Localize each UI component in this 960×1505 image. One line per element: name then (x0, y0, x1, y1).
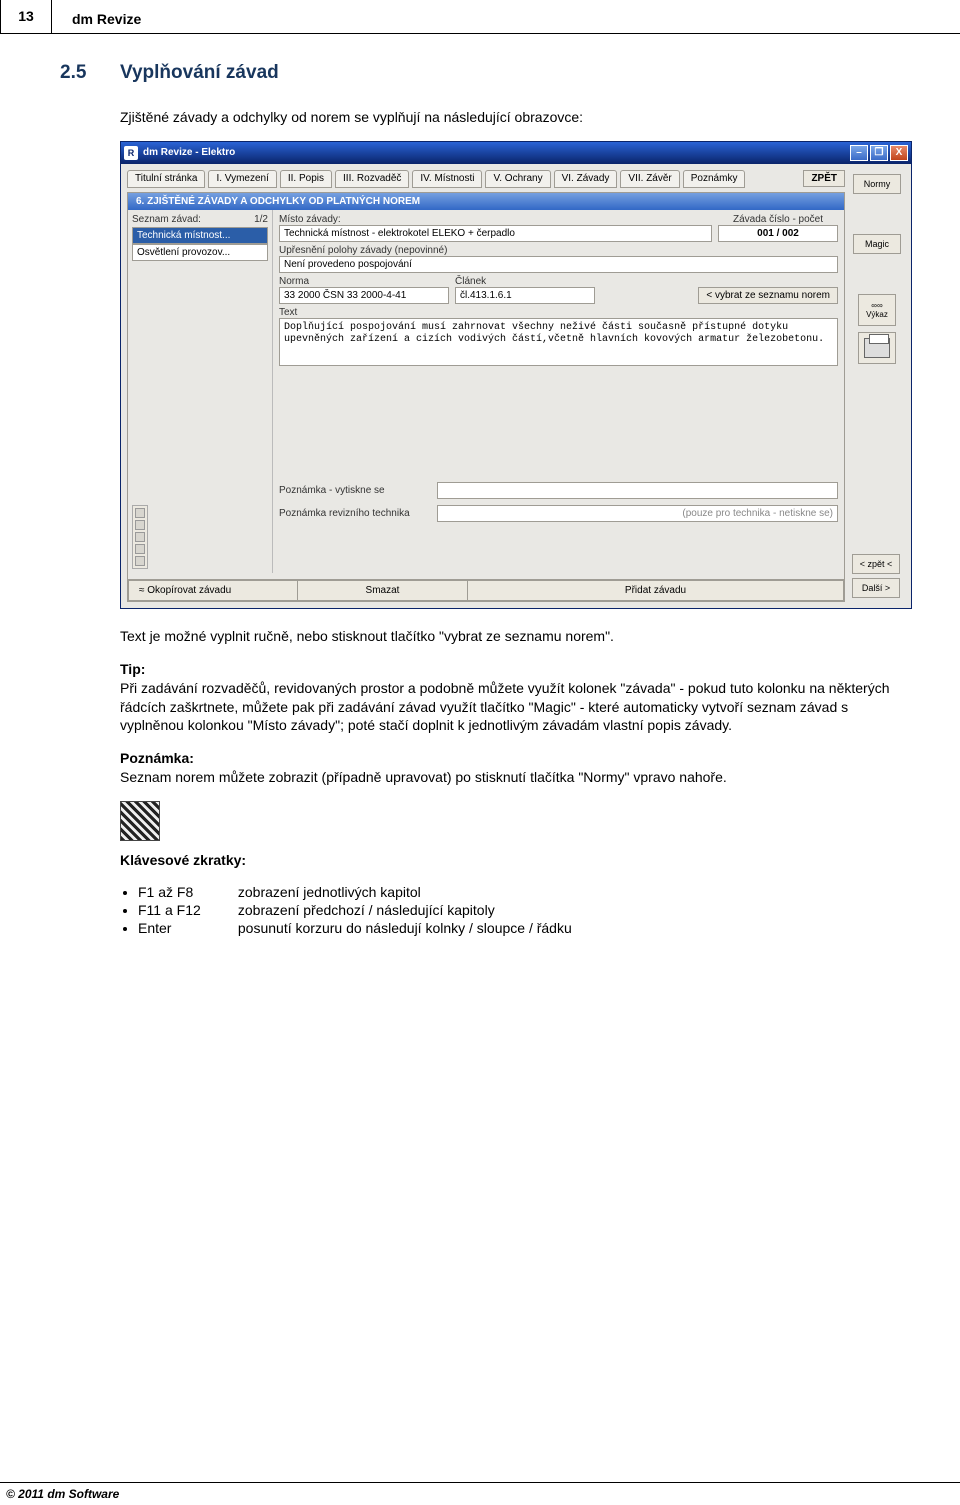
page-footer: © 2011 dm Software (0, 1482, 960, 1505)
norma-input[interactable]: 33 2000 ČSN 33 2000-4-41 (279, 287, 449, 304)
shortcut-keys: F11 a F12 (138, 902, 234, 918)
shortcut-keys: F1 až F8 (138, 884, 234, 900)
clanek-label: Článek (455, 276, 595, 287)
section-number: 2.5 (60, 62, 96, 84)
window-maximize-button[interactable]: ❐ (870, 145, 888, 161)
shortcuts-heading: Klávesové zkratky: (120, 852, 246, 868)
defect-list-item[interactable]: Osvětlení provozov... (132, 244, 268, 261)
window-close-button[interactable]: X (890, 145, 908, 161)
vykaz-button[interactable]: ∞∞ Výkaz (858, 294, 896, 326)
normy-button[interactable]: Normy (853, 174, 901, 194)
zavada-label: Závada číslo - počet (718, 214, 838, 225)
shortcut-desc: zobrazení jednotlivých kapitol (238, 884, 421, 900)
poznamka1-label: Poznámka - vytiskne se (279, 485, 429, 496)
zavada-number-input[interactable]: 001 / 002 (718, 225, 838, 242)
tab-ochrany[interactable]: V. Ochrany (485, 170, 550, 188)
section-title: Vyplňování závad (120, 62, 279, 84)
defects-panel: 6. ZJIŠTĚNÉ ZÁVADY A ODCHYLKY OD PLATNÝC… (127, 192, 845, 602)
defect-form: Místo závady: Technická místnost - elekt… (273, 210, 844, 573)
tab-rozvadec[interactable]: III. Rozvaděč (335, 170, 409, 188)
right-rail: Normy Magic ∞∞ Výkaz < zpět < Další > (849, 170, 905, 602)
poznamka2-label: Poznámka revizního technika (279, 508, 429, 519)
text-label: Text (279, 307, 838, 318)
upresneni-input[interactable]: Není provedeno pospojování (279, 256, 838, 273)
tip-body: Při zadávání rozvaděčů, revidovaných pro… (120, 680, 890, 734)
note-heading: Poznámka: (120, 750, 194, 766)
defect-list-item[interactable]: Technická místnost... (132, 227, 268, 244)
printer-icon (864, 338, 890, 358)
tip-heading: Tip: (120, 661, 145, 677)
magic-button[interactable]: Magic (853, 234, 901, 254)
tab-vymezeni[interactable]: I. Vymezení (208, 170, 276, 188)
tab-popis[interactable]: II. Popis (280, 170, 332, 188)
tab-strip: Titulní stránka I. Vymezení II. Popis II… (127, 170, 845, 188)
shortcut-keys: Enter (138, 920, 234, 936)
shortcuts-list: F1 až F8 zobrazení jednotlivých kapitol … (120, 884, 900, 936)
shortcut-desc: zobrazení předchozí / následující kapito… (238, 902, 495, 918)
copy-defect-button[interactable]: ≈ Okopírovat závadu (128, 580, 298, 601)
poznamka2-input[interactable]: (pouze pro technika - netiskne se) (437, 505, 838, 522)
defect-list-counter: 1/2 (254, 214, 268, 225)
shortcut-item: F11 a F12 zobrazení předchozí / následuj… (138, 902, 900, 918)
clanek-input[interactable]: čl.413.1.6.1 (455, 287, 595, 304)
norma-label: Norma (279, 276, 449, 287)
keyboard-icon (120, 801, 160, 841)
note-body: Seznam norem můžete zobrazit (případně u… (120, 769, 727, 785)
panel-title: 6. ZJIŠTĚNÉ ZÁVADY A ODCHYLKY OD PLATNÝC… (128, 193, 844, 210)
prev-button[interactable]: < zpět < (852, 554, 900, 574)
defect-list-label: Seznam závad: (132, 214, 201, 225)
page-number: 13 (0, 0, 52, 33)
page-header: 13 dm Revize (0, 0, 960, 34)
window-titlebar: R dm Revize - Elektro – ❐ X (121, 142, 911, 164)
tab-zaver[interactable]: VII. Závěr (620, 170, 679, 188)
defect-list: Seznam závad: 1/2 Technická místnost... … (128, 210, 273, 573)
window-minimize-button[interactable]: – (850, 145, 868, 161)
upresneni-label: Upřesnění polohy závady (nepovinné) (279, 245, 838, 256)
window-title: dm Revize - Elektro (143, 147, 235, 158)
vybrat-normu-button[interactable]: < vybrat ze seznamu norem (698, 287, 838, 304)
tab-zavady[interactable]: VI. Závady (554, 170, 618, 188)
page-body: 2.5 Vyplňování závad Zjištěné závady a o… (0, 34, 960, 936)
text-input[interactable]: Doplňující pospojování musí zahrnovat vš… (279, 318, 838, 366)
app-icon: R (124, 146, 138, 160)
delete-defect-button[interactable]: Smazat (298, 580, 468, 601)
intro-text: Zjištěné závady a odchylky od norem se v… (120, 108, 900, 127)
misto-label: Místo závady: (279, 214, 712, 225)
section-heading: 2.5 Vyplňování závad (60, 62, 900, 84)
page-doc-title: dm Revize (52, 5, 161, 33)
tab-poznamky[interactable]: Poznámky (683, 170, 746, 188)
app-window: R dm Revize - Elektro – ❐ X Titulní strá… (120, 141, 912, 609)
shortcut-desc: posunutí korzuru do následují kolnky / s… (238, 920, 572, 936)
shortcut-item: F1 až F8 zobrazení jednotlivých kapitol (138, 884, 900, 900)
print-button[interactable] (858, 332, 896, 364)
chain-icon: ∞∞ (871, 301, 882, 310)
tab-titulni[interactable]: Titulní stránka (127, 170, 205, 188)
bottom-bar: ≈ Okopírovat závadu Smazat Přidat závadu (128, 579, 844, 601)
shortcut-item: Enter posunutí korzuru do následují koln… (138, 920, 900, 936)
add-defect-button[interactable]: Přidat závadu (468, 580, 844, 601)
tab-mistnosti[interactable]: IV. Místnosti (412, 170, 482, 188)
misto-input[interactable]: Technická místnost - elektrokotel ELEKO … (279, 225, 712, 242)
after-image-text: Text je možné vyplnit ručně, nebo stiskn… (120, 627, 900, 646)
list-nav-buttons[interactable] (132, 505, 148, 569)
poznamka1-input[interactable] (437, 482, 838, 499)
poznamka2-hint: (pouze pro technika - netiskne se) (682, 508, 833, 519)
next-button[interactable]: Další > (852, 578, 900, 598)
back-button[interactable]: ZPĚT (803, 170, 845, 187)
